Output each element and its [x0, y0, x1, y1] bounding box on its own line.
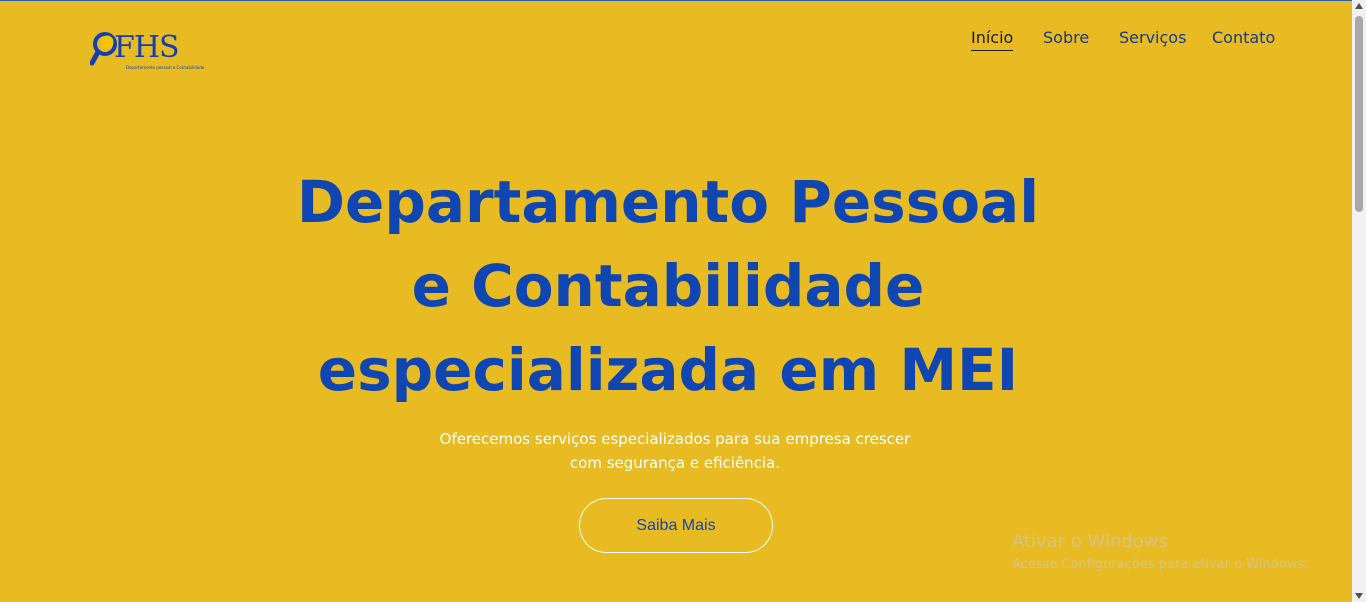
windows-activation-subtitle: Acesse Configurações para ativar o Windo…: [1012, 557, 1309, 572]
hero-title-line: especializada em MEI: [317, 336, 1019, 404]
brand-name: FHS: [114, 30, 180, 65]
hero-title: Departamento Pessoal e Contabilidade esp…: [283, 160, 1053, 412]
hero-subtitle-line: Oferecemos serviços especializados para …: [439, 430, 911, 448]
hero-subtitle-line: com segurança e eficiência.: [569, 454, 781, 472]
hero-title-line: e Contabilidade: [411, 252, 925, 320]
windows-activation-title: Ativar o Windows: [1012, 531, 1168, 552]
brand-tagline: Departamento pessoal e Contabilidade: [126, 65, 205, 70]
page-scrollbar[interactable]: [1352, 0, 1366, 602]
nav-item-contato[interactable]: Contato: [1212, 28, 1275, 48]
nav-item-inicio[interactable]: Início: [971, 28, 1014, 51]
nav-item-servicos[interactable]: Serviços: [1119, 28, 1186, 48]
saiba-mais-button[interactable]: Saiba Mais: [579, 498, 773, 553]
scroll-up-arrow-icon[interactable]: [1355, 3, 1363, 9]
scroll-down-arrow-icon[interactable]: [1355, 593, 1363, 599]
hero-title-line: Departamento Pessoal: [296, 168, 1040, 236]
logo[interactable]: FHS Departamento pessoal e Contabilidade: [90, 30, 204, 72]
scrollbar-thumb[interactable]: [1355, 16, 1363, 212]
nav-item-sobre[interactable]: Sobre: [1043, 28, 1089, 48]
top-border: [0, 0, 1366, 1]
hero-subtitle: Oferecemos serviços especializados para …: [420, 427, 930, 475]
